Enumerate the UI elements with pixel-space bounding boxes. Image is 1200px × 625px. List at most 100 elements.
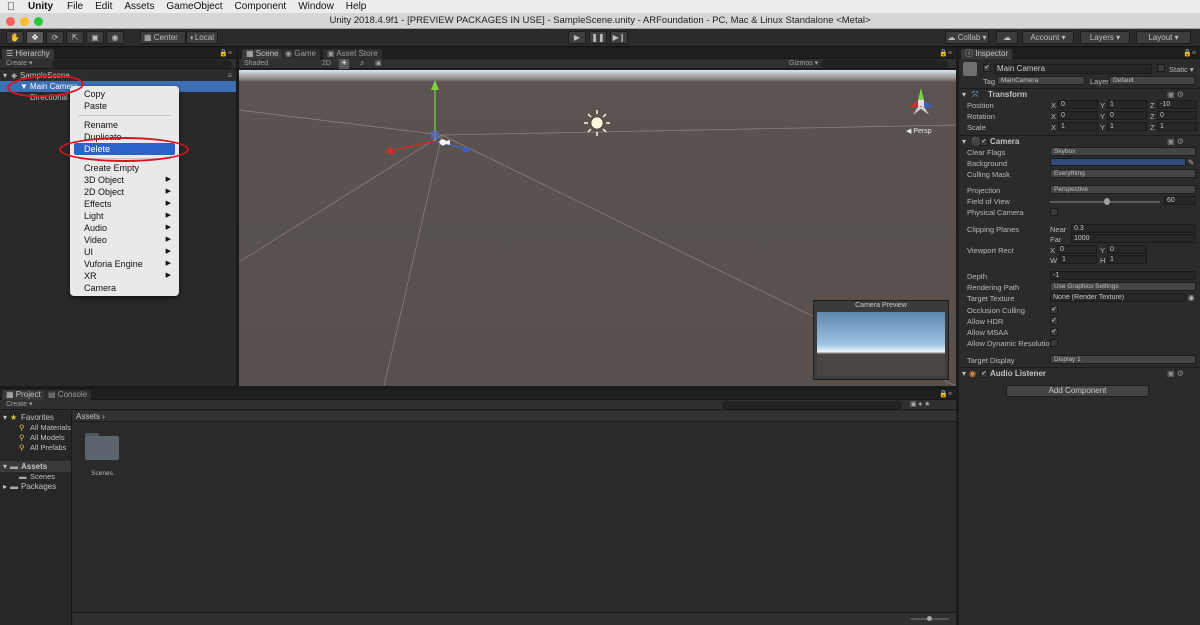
menu-item-copy[interactable]: Copy: [70, 88, 179, 100]
object-picker-icon[interactable]: ◉: [1188, 293, 1195, 302]
menu-item-paste[interactable]: Paste: [70, 100, 179, 112]
position-x-field[interactable]: 0: [1058, 100, 1098, 109]
static-dropdown[interactable]: Static ▾: [1169, 65, 1194, 74]
apple-icon[interactable]: : [0, 1, 22, 13]
tab-scene[interactable]: ▦ Scene: [242, 49, 283, 59]
scale-x-field[interactable]: 1: [1058, 122, 1098, 131]
orientation-gizmo[interactable]: [908, 88, 934, 115]
object-name-input[interactable]: Main Camera: [994, 64, 1152, 74]
panel-menu-icon[interactable]: 🔒≡: [219, 49, 232, 57]
slider-thumb[interactable]: [927, 616, 932, 621]
menu-item-xr[interactable]: XR ▶: [70, 270, 179, 282]
panel-menu-icon[interactable]: 🔒≡: [1183, 49, 1196, 57]
move-tool-button[interactable]: ✥: [26, 31, 44, 44]
tab-project[interactable]: ▦ Project: [2, 390, 45, 400]
background-color-swatch[interactable]: [1050, 158, 1186, 166]
menu-item-video[interactable]: Video ▶: [70, 234, 179, 246]
menu-item-camera[interactable]: Camera: [70, 282, 179, 294]
scenes-folder-tile[interactable]: [85, 433, 119, 461]
viewport-w-field[interactable]: 1: [1059, 255, 1097, 264]
scene-menu-icon[interactable]: ≡: [227, 70, 232, 81]
scale-z-field[interactable]: 1: [1157, 122, 1197, 131]
menu-item-vuforia-engine[interactable]: Vuforia Engine ▶: [70, 258, 179, 270]
mode-2d-button[interactable]: 2D: [322, 59, 331, 69]
collab-dropdown[interactable]: ☁ Collab ▾: [945, 31, 989, 44]
allow-msaa-checkbox[interactable]: ✓: [1050, 328, 1058, 336]
rect-tool-button[interactable]: ▣: [86, 31, 104, 44]
allow-dynamic-resolution-checkbox[interactable]: [1050, 339, 1058, 347]
static-checkbox[interactable]: [1157, 64, 1165, 72]
packages-row[interactable]: ▸ ▬ Packages: [0, 481, 71, 492]
camera-enabled-checkbox[interactable]: ✓: [980, 138, 988, 146]
menu-component[interactable]: Component: [229, 1, 293, 12]
transform-tool-button[interactable]: ◉: [106, 31, 124, 44]
menu-item-2d-object[interactable]: 2D Object ▶: [70, 186, 179, 198]
fov-field[interactable]: 60: [1164, 196, 1196, 205]
panel-menu-icon[interactable]: 🔒≡: [939, 49, 952, 57]
persp-label[interactable]: ◀ Persp: [906, 127, 932, 135]
rotate-tool-button[interactable]: ⟳: [46, 31, 64, 44]
position-z-field[interactable]: -10: [1157, 100, 1197, 109]
physical-camera-checkbox[interactable]: [1050, 208, 1058, 216]
viewport-y-field[interactable]: 0: [1107, 245, 1147, 254]
app-menu[interactable]: Unity: [22, 1, 61, 12]
menu-item-3d-object[interactable]: 3D Object ▶: [70, 174, 179, 186]
projection-dropdown[interactable]: Perspective: [1050, 185, 1196, 194]
hierarchy-search-input[interactable]: [52, 60, 232, 68]
tab-game[interactable]: ◉ Game: [281, 49, 321, 59]
target-texture-field[interactable]: None (Render Texture): [1050, 293, 1186, 302]
menu-item-ui[interactable]: UI ▶: [70, 246, 179, 258]
clear-flags-dropdown[interactable]: Skybox: [1050, 147, 1196, 156]
position-y-field[interactable]: 1: [1107, 100, 1147, 109]
menu-assets[interactable]: Assets: [118, 1, 160, 12]
add-component-button[interactable]: Add Component: [1006, 385, 1149, 397]
rotation-y-field[interactable]: 0: [1107, 111, 1147, 120]
pivot-center-button[interactable]: ▦ Center: [140, 31, 186, 44]
step-button[interactable]: ▶❙: [610, 31, 628, 44]
close-window-button[interactable]: [6, 17, 15, 26]
tab-asset-store[interactable]: ▣ Asset Store: [323, 49, 382, 59]
hierarchy-create-dropdown[interactable]: Create ▾: [6, 59, 32, 69]
menu-window[interactable]: Window: [292, 1, 340, 12]
cloud-services-button[interactable]: ☁: [996, 31, 1018, 44]
menu-item-light[interactable]: Light ▶: [70, 210, 179, 222]
menu-item-create-empty[interactable]: Create Empty: [70, 162, 179, 174]
depth-field[interactable]: -1: [1050, 271, 1196, 280]
viewport-h-field[interactable]: 1: [1107, 255, 1147, 264]
pause-button[interactable]: ❚❚: [589, 31, 607, 44]
panel-menu-icon[interactable]: 🔒≡: [939, 390, 952, 398]
project-create-dropdown[interactable]: Create ▾: [6, 400, 32, 410]
rendering-path-dropdown[interactable]: Use Graphics Settings: [1050, 282, 1196, 291]
fov-slider-thumb[interactable]: [1104, 198, 1111, 205]
component-settings-icons[interactable]: ▣ ⚙: [1167, 136, 1184, 147]
account-dropdown[interactable]: Account ▾: [1022, 31, 1074, 44]
tab-hierarchy[interactable]: ☰ Hierarchy: [2, 49, 54, 59]
eyedropper-icon[interactable]: ✎: [1188, 158, 1194, 167]
favorite-item-prefabs[interactable]: ⚲ All Prefabs: [0, 442, 71, 453]
camera-component-header[interactable]: ▾ ⚫ ✓ Camera ▣ ⚙: [959, 136, 1200, 147]
scene-search-input[interactable]: [821, 60, 949, 68]
breadcrumb-assets[interactable]: Assets ›: [76, 411, 105, 422]
menu-gameobject[interactable]: GameObject: [160, 1, 228, 12]
audio-toggle[interactable]: ♬: [359, 59, 366, 69]
fov-slider-track[interactable]: [1050, 198, 1160, 205]
active-checkbox[interactable]: ✓: [983, 64, 991, 72]
culling-mask-dropdown[interactable]: Everything: [1050, 169, 1196, 178]
far-field[interactable]: 1000: [1071, 234, 1196, 243]
menu-edit[interactable]: Edit: [89, 1, 118, 12]
hand-tool-button[interactable]: ✋: [6, 31, 24, 44]
pivot-local-button[interactable]: ◐Local: [186, 31, 218, 44]
menu-item-rename[interactable]: Rename: [70, 119, 179, 131]
menu-item-audio[interactable]: Audio ▶: [70, 222, 179, 234]
allow-hdr-checkbox[interactable]: ✓: [1050, 317, 1058, 325]
tab-inspector[interactable]: ⓘ Inspector: [961, 49, 1013, 59]
viewport-x-field[interactable]: 0: [1057, 245, 1097, 254]
gizmos-dropdown[interactable]: Gizmos ▾: [789, 59, 818, 69]
target-display-dropdown[interactable]: Display 1: [1050, 355, 1196, 364]
zoom-window-button[interactable]: [34, 17, 43, 26]
menu-file[interactable]: File: [61, 1, 89, 12]
layout-dropdown[interactable]: Layout ▾: [1136, 31, 1191, 44]
tab-console[interactable]: ▤ Console: [44, 390, 92, 400]
component-settings-icons[interactable]: ▣ ⚙: [1167, 368, 1184, 379]
lighting-toggle[interactable]: ☀: [339, 59, 350, 69]
